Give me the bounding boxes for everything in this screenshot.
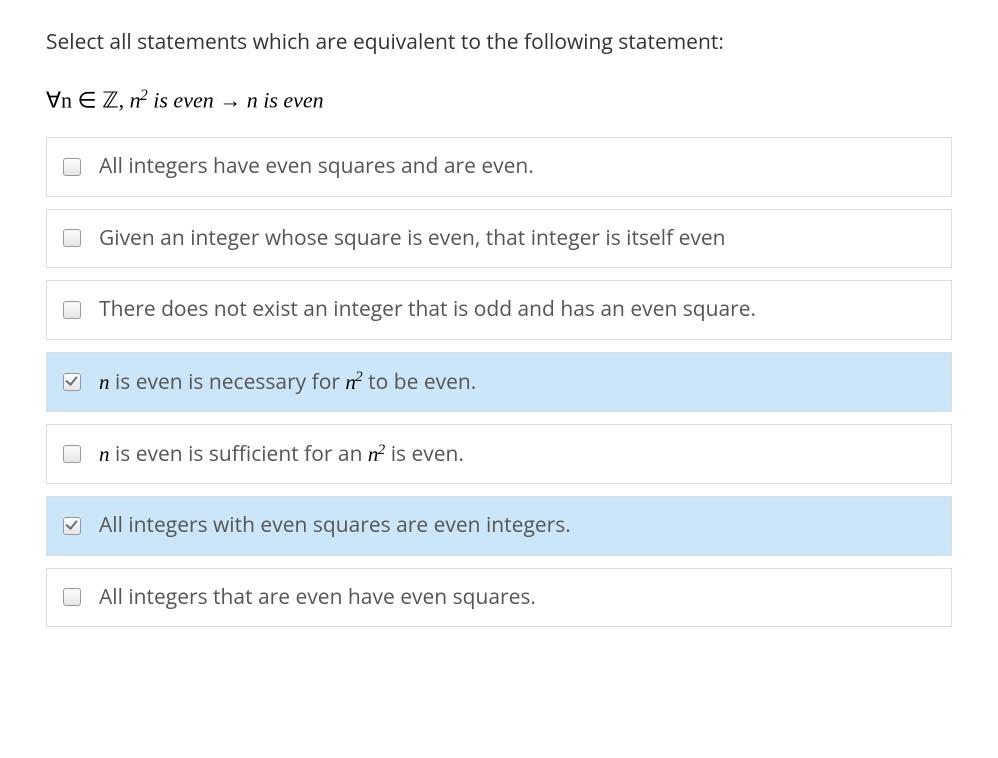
question-prompt: Select all statements which are equivale… bbox=[46, 28, 952, 56]
checkbox-0[interactable] bbox=[63, 158, 81, 176]
checkbox-6[interactable] bbox=[63, 588, 81, 606]
options-list: All integers have even squares and are e… bbox=[46, 137, 952, 627]
option-row-0[interactable]: All integers have even squares and are e… bbox=[46, 137, 952, 196]
option-row-1[interactable]: Given an integer whose square is even, t… bbox=[46, 209, 952, 268]
formula-sup1: 2 bbox=[140, 87, 148, 104]
option-label-4: n is even is sufficient for an n2 is eve… bbox=[99, 439, 464, 469]
option-label-6: All integers that are even have even squ… bbox=[99, 583, 536, 612]
formula-post1: , n bbox=[119, 87, 141, 112]
option-label-5: All integers with even squares are even … bbox=[99, 511, 571, 540]
option-row-6[interactable]: All integers that are even have even squ… bbox=[46, 568, 952, 627]
formula-mid: is even → n is even bbox=[148, 87, 324, 112]
formula-pre: ∀n ∈ bbox=[46, 87, 102, 112]
option-row-5[interactable]: All integers with even squares are even … bbox=[46, 496, 952, 555]
formula-set: ℤ bbox=[102, 87, 118, 112]
checkbox-2[interactable] bbox=[63, 301, 81, 319]
checkbox-3[interactable] bbox=[63, 373, 81, 391]
checkbox-5[interactable] bbox=[63, 517, 81, 535]
checkbox-4[interactable] bbox=[63, 445, 81, 463]
checkbox-1[interactable] bbox=[63, 229, 81, 247]
option-row-4[interactable]: n is even is sufficient for an n2 is eve… bbox=[46, 424, 952, 484]
option-label-0: All integers have even squares and are e… bbox=[99, 152, 534, 181]
option-row-3[interactable]: n is even is necessary for n2 to be even… bbox=[46, 352, 952, 412]
formula: ∀n ∈ ℤ, n2 is even → n is even bbox=[46, 86, 952, 113]
option-label-2: There does not exist an integer that is … bbox=[99, 295, 756, 324]
option-label-1: Given an integer whose square is even, t… bbox=[99, 224, 726, 253]
option-label-3: n is even is necessary for n2 to be even… bbox=[99, 367, 476, 397]
option-row-2[interactable]: There does not exist an integer that is … bbox=[46, 280, 952, 339]
